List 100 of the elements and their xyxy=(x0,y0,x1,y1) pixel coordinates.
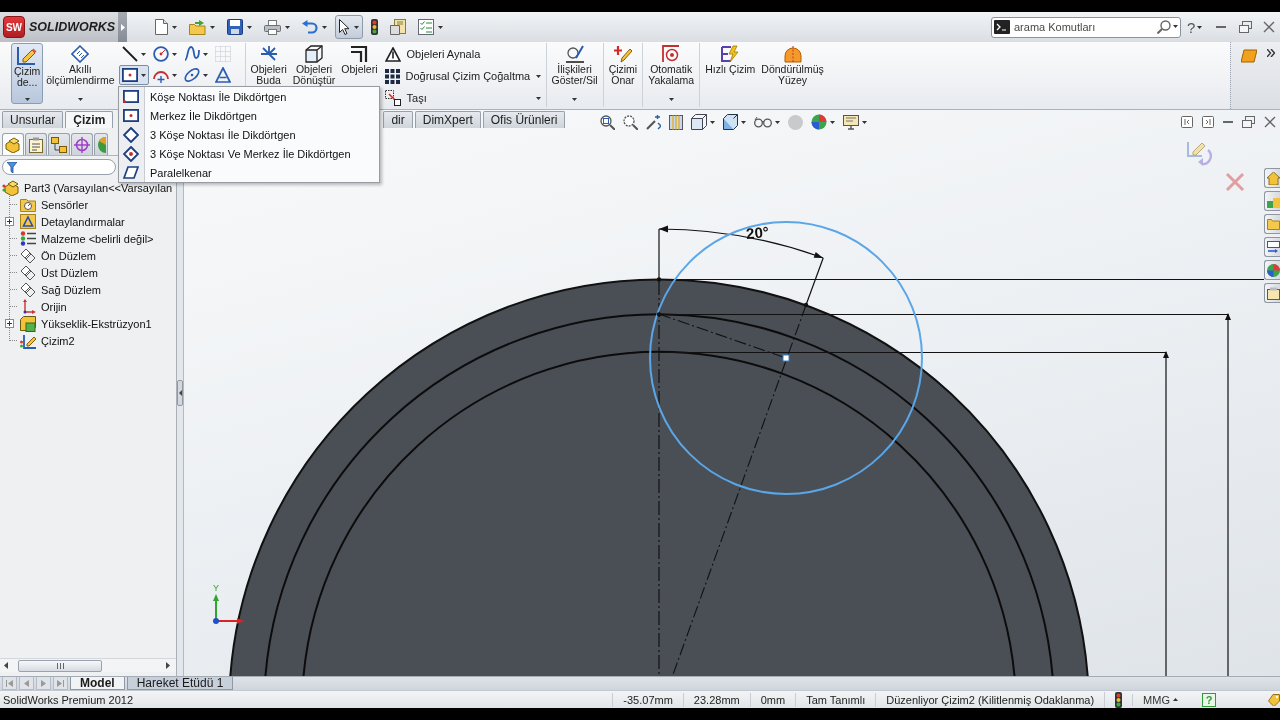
command-button[interactable]: Doğrusal Çizim Çoğaltma xyxy=(381,65,544,87)
folder-triangle-icon xyxy=(20,214,36,229)
hierarchy-icon xyxy=(51,136,67,153)
double-chevron-icon[interactable] xyxy=(1267,49,1275,57)
document-tab[interactable]: Model xyxy=(70,677,125,690)
task-pane-tab[interactable] xyxy=(1264,260,1280,280)
panel-tab[interactable] xyxy=(2,133,24,155)
tree-item[interactable]: Ön Düzlem xyxy=(40,249,98,262)
tree-item[interactable]: Çizim2 xyxy=(40,334,76,347)
scrollbar[interactable] xyxy=(0,658,176,672)
sketch-point-icon[interactable] xyxy=(656,277,662,282)
diamond-icon xyxy=(71,45,90,63)
angle-dimension[interactable] xyxy=(658,225,824,306)
command-button[interactable]: Döndürülmüş Yüzey xyxy=(758,43,827,89)
help-button[interactable]: ? xyxy=(1186,16,1208,38)
view-tool-button[interactable] xyxy=(600,113,615,131)
sketch-point-icon[interactable] xyxy=(803,302,809,308)
skip-forward-icon xyxy=(57,679,64,687)
tile-button[interactable] xyxy=(1181,116,1193,128)
close-button[interactable] xyxy=(1264,116,1276,128)
clipboard-icon xyxy=(1267,286,1280,300)
view-tool-button[interactable] xyxy=(811,113,835,131)
panel-tab[interactable] xyxy=(25,133,47,155)
task-pane-tab[interactable] xyxy=(1264,283,1280,303)
minimize-icon xyxy=(1216,26,1226,28)
ribbon-tab[interactable]: Çizim xyxy=(65,111,114,128)
ribbon-tab[interactable]: Unsurlar xyxy=(2,111,64,128)
ribbon-tab[interactable]: dir xyxy=(383,111,413,128)
panel-tab[interactable] xyxy=(94,133,108,155)
tag-icon[interactable] xyxy=(1268,693,1280,706)
caret-down-icon xyxy=(1173,25,1178,28)
ribbon-tab[interactable]: DimXpert xyxy=(414,111,481,128)
close-icon xyxy=(1263,21,1275,33)
panel-tab[interactable] xyxy=(71,133,93,155)
expand-icon[interactable] xyxy=(5,319,14,328)
rectangle-icon xyxy=(121,68,138,82)
view-tool-button[interactable] xyxy=(669,113,683,131)
search-field[interactable]: arama Komutları xyxy=(991,16,1181,38)
nested-lines-icon xyxy=(350,45,369,63)
splitter-handle[interactable] xyxy=(177,380,183,406)
command-button[interactable]: Çizimi Onar xyxy=(605,43,641,89)
view-tool-button[interactable] xyxy=(691,113,715,131)
units-button[interactable]: MMG xyxy=(1143,693,1178,706)
tool-button[interactable] xyxy=(118,65,149,85)
caret-down-icon xyxy=(830,120,835,124)
task-pane-tab[interactable] xyxy=(1264,237,1280,257)
skip-back-icon xyxy=(6,679,13,687)
command-button[interactable]: Objeleri Aynala xyxy=(381,43,544,65)
monitor-icon xyxy=(843,114,859,130)
tree-item[interactable]: Sensörler xyxy=(40,198,90,211)
toolbar-button[interactable] xyxy=(335,15,363,39)
command-button[interactable]: Otomatik Yakalama xyxy=(645,43,698,104)
command-button[interactable]: Çizim de... xyxy=(11,43,44,104)
menu-item[interactable]: 3 Köşe Noktası Ve Merkez İle Dikdörtgen xyxy=(119,144,379,163)
command-button[interactable]: Akıllı ölçümlendirme xyxy=(43,43,118,104)
tree-item[interactable]: Malzeme <belirli değil> xyxy=(40,232,155,245)
view-tool-button[interactable] xyxy=(623,113,638,131)
menu-item[interactable]: Köşe Noktası İle Dikdörtgen xyxy=(119,87,379,106)
tile-button[interactable] xyxy=(1202,116,1214,128)
triangle-icon xyxy=(384,46,401,62)
command-button[interactable]: Hızlı Çizim xyxy=(702,43,759,78)
scrollbar-thumb[interactable] xyxy=(18,659,102,672)
menu-item[interactable]: 3 Köşe Noktası İle Dikdörtgen xyxy=(119,125,379,144)
ribbon-tab[interactable]: Ofis Ürünleri xyxy=(482,111,566,128)
command-button[interactable]: Taşı xyxy=(381,87,544,109)
menu-item[interactable]: Merkez İle Dikdörtgen xyxy=(119,106,379,125)
block-icon[interactable] xyxy=(1241,49,1257,63)
minimize-icon xyxy=(1223,121,1233,123)
triangle-right-icon xyxy=(41,679,46,687)
restore-button[interactable] xyxy=(1242,116,1255,128)
tree-item[interactable]: Part3 (Varsayılan<<Varsayılan xyxy=(23,181,174,194)
command-button[interactable]: Objeleri xyxy=(338,43,381,78)
tree-item[interactable]: Orijin xyxy=(40,300,68,313)
expand-icon[interactable] xyxy=(5,217,14,226)
task-pane-tab[interactable] xyxy=(1264,214,1280,234)
tree-item[interactable]: Detaylandırmalar xyxy=(40,215,126,228)
tree-item[interactable]: Yükseklik-Ekstrüzyon1 xyxy=(40,317,153,330)
center-point-icon[interactable] xyxy=(782,354,790,362)
command-button[interactable]: İlişkileri Göster/Sil xyxy=(548,43,601,104)
target-icon xyxy=(662,45,681,63)
status-field: 23.28mm xyxy=(682,692,750,707)
tree-item[interactable]: Sağ Düzlem xyxy=(40,283,102,296)
checklist-icon xyxy=(418,19,434,35)
view-tool-button[interactable] xyxy=(723,113,746,131)
command-button[interactable]: Objeleri Buda xyxy=(247,43,290,89)
angle-label[interactable]: 20° xyxy=(745,223,770,242)
sketch-point-icon[interactable] xyxy=(656,312,662,317)
view-tool-button[interactable] xyxy=(843,113,867,131)
tree-item[interactable]: Üst Düzlem xyxy=(40,266,99,279)
folder-icon xyxy=(1267,218,1280,230)
panel-tab[interactable] xyxy=(48,133,70,155)
caret-down-icon xyxy=(202,52,208,56)
view-tool-button[interactable] xyxy=(646,113,661,131)
grip-icon xyxy=(56,662,64,669)
task-pane-tab[interactable] xyxy=(1264,168,1280,188)
document-tab[interactable]: Hareket Etüdü 1 xyxy=(126,677,234,690)
menu-item[interactable]: Paralelkenar xyxy=(119,163,379,182)
sketch-circle[interactable] xyxy=(649,221,923,495)
blocks-icon xyxy=(5,136,21,153)
filter-field[interactable] xyxy=(2,159,116,175)
